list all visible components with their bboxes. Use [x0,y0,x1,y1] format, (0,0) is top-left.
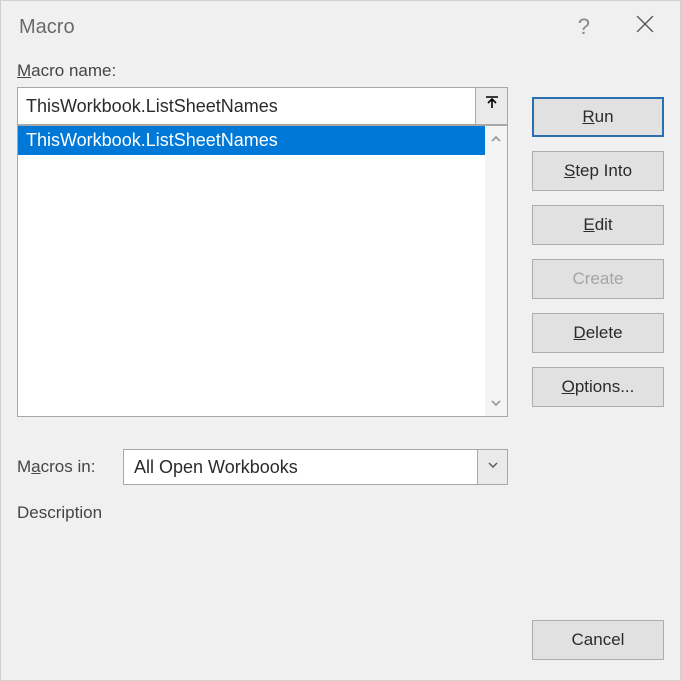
run-button[interactable]: Run [532,97,664,137]
macro-name-label: Macro name: [17,61,508,81]
close-button[interactable] [608,11,662,43]
scrollbar[interactable] [485,126,507,416]
bottom-bar: Cancel [1,620,680,680]
macros-in-label: Macros in: [17,457,109,477]
reference-picker-button[interactable] [476,87,508,125]
dialog-title: Macro [19,16,560,39]
macro-list-container: ThisWorkbook.ListSheetNames [17,125,508,417]
options-button[interactable]: Options... [532,367,664,407]
macro-dialog: Macro ? Macro name: ThisWorkbook.ListShe… [0,0,681,681]
close-icon [636,16,654,38]
select-dropdown-button[interactable] [477,450,507,484]
macro-name-input[interactable] [17,87,476,125]
create-button: Create [532,259,664,299]
macro-list[interactable]: ThisWorkbook.ListSheetNames [18,126,485,416]
macro-name-row [17,87,508,125]
cancel-button[interactable]: Cancel [532,620,664,660]
content-area: Macro name: ThisWorkbook.ListSheetNames [1,53,680,620]
macros-in-value: All Open Workbooks [124,457,477,478]
edit-button[interactable]: Edit [532,205,664,245]
step-into-button[interactable]: Step Into [532,151,664,191]
macros-in-row: Macros in: All Open Workbooks [17,449,508,485]
titlebar: Macro ? [1,1,680,53]
chevron-down-icon [487,458,499,476]
description-label: Description [17,503,508,523]
list-item[interactable]: ThisWorkbook.ListSheetNames [18,126,485,155]
spacer [532,61,664,83]
left-column: Macro name: ThisWorkbook.ListSheetNames [17,61,508,604]
upload-arrow-icon [484,96,500,117]
right-column: Run Step Into Edit Create Delete Options… [532,61,664,604]
delete-button[interactable]: Delete [532,313,664,353]
help-button[interactable]: ? [560,10,608,44]
scroll-up-icon[interactable] [491,132,501,146]
macros-in-select[interactable]: All Open Workbooks [123,449,508,485]
scroll-down-icon[interactable] [491,396,501,410]
